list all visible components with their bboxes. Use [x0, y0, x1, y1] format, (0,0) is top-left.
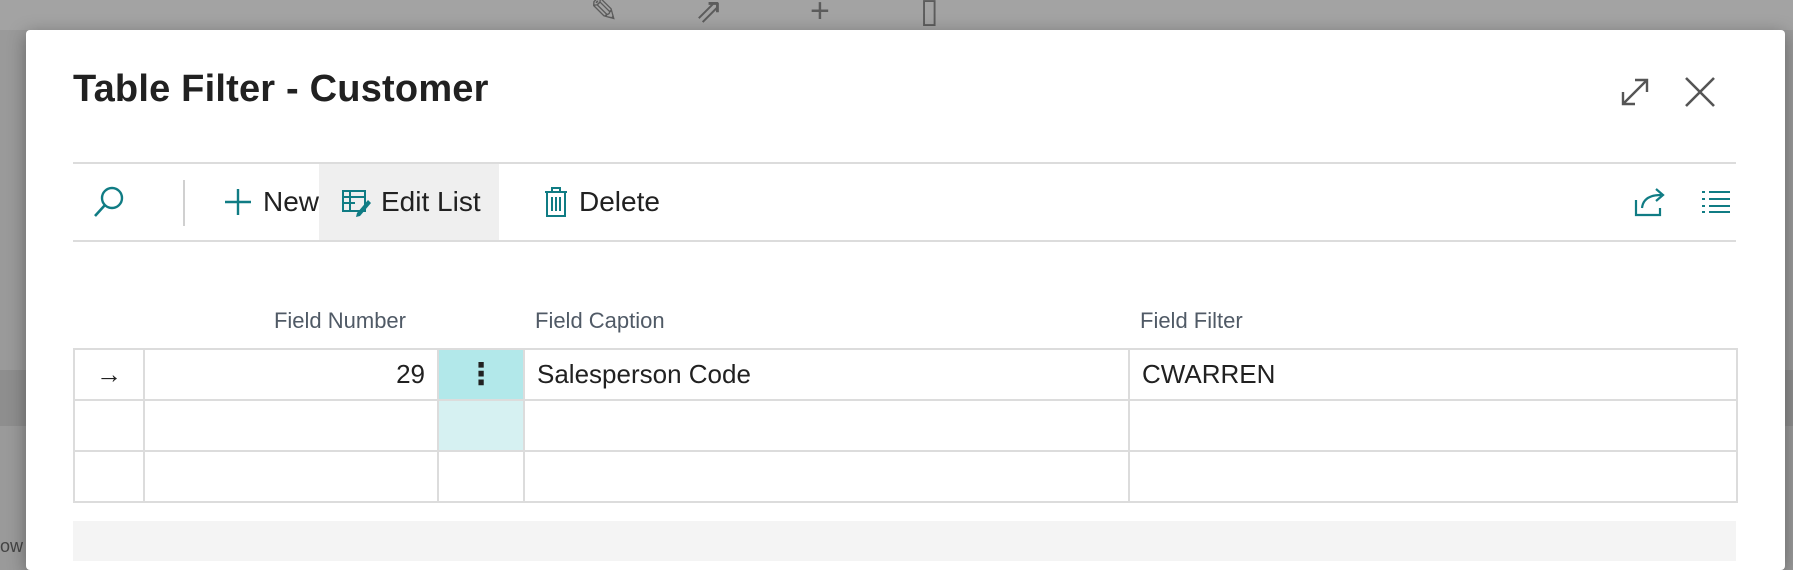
dialog-title: Table Filter - Customer — [73, 68, 489, 110]
action-bar: New Edit List Delete — [73, 162, 1736, 242]
list-view-button[interactable] — [1701, 164, 1731, 240]
field-number-cell[interactable] — [143, 450, 439, 503]
delete-label: Delete — [579, 186, 660, 217]
trash-icon — [545, 187, 567, 217]
row-menu-button[interactable] — [437, 450, 525, 503]
share-button[interactable] — [1633, 164, 1667, 240]
edit-list-button[interactable]: Edit List — [319, 164, 499, 240]
edit-list-icon — [342, 190, 371, 217]
background-partial-text: ow — [0, 536, 24, 556]
field-filter-cell[interactable] — [1128, 399, 1738, 452]
field-caption-cell[interactable]: Salesperson Code — [523, 348, 1130, 401]
plus-icon — [225, 189, 251, 215]
field-caption-cell[interactable] — [523, 450, 1130, 503]
column-header-field-caption[interactable]: Field Caption — [535, 308, 665, 334]
field-caption-cell[interactable] — [523, 399, 1130, 452]
field-number-cell[interactable] — [143, 399, 439, 452]
search-button[interactable] — [83, 164, 135, 240]
table-row[interactable] — [73, 399, 1738, 452]
table-row[interactable] — [73, 450, 1738, 503]
share-icon — [1634, 188, 1665, 217]
row-indicator[interactable] — [73, 450, 145, 503]
edit-list-label: Edit List — [381, 186, 481, 217]
background-panel-left — [0, 370, 26, 426]
pencil-icon: ✎ — [590, 0, 619, 30]
delete-button[interactable]: Delete — [543, 164, 660, 240]
field-number-cell[interactable]: 29 — [143, 348, 439, 401]
new-button[interactable]: New — [223, 164, 319, 240]
plus-icon: + — [810, 0, 830, 30]
toolbar-divider — [183, 180, 185, 226]
expand-icon — [1621, 78, 1649, 106]
background-action-icons: ✎ ⇗ + ▯ — [590, 0, 1130, 30]
expand-button[interactable] — [1613, 70, 1657, 114]
close-icon — [1685, 77, 1715, 107]
trash-icon: ▯ — [920, 0, 939, 30]
table-row[interactable]: → 29 ⋮ Salesperson Code CWARREN — [73, 348, 1738, 401]
row-indicator-arrow-icon[interactable]: → — [73, 348, 145, 401]
column-header-field-number[interactable]: Field Number — [274, 308, 406, 334]
more-options-icon: ⋮ — [466, 358, 496, 391]
search-icon — [94, 186, 124, 217]
dialog-footer-area — [73, 521, 1736, 561]
row-menu-button[interactable]: ⋮ — [437, 348, 525, 401]
field-filter-cell[interactable]: CWARREN — [1128, 348, 1738, 401]
column-header-field-filter[interactable]: Field Filter — [1140, 308, 1243, 334]
row-indicator[interactable] — [73, 399, 145, 452]
new-label: New — [263, 186, 320, 217]
row-menu-button[interactable] — [437, 399, 525, 452]
share-icon: ⇗ — [695, 0, 724, 30]
filter-table: → 29 ⋮ Salesperson Code CWARREN — [73, 348, 1738, 503]
close-button[interactable] — [1678, 70, 1722, 114]
list-view-icon — [1702, 191, 1730, 213]
table-filter-dialog: Table Filter - Customer New Edit List De… — [26, 30, 1785, 570]
field-filter-cell[interactable] — [1128, 450, 1738, 503]
